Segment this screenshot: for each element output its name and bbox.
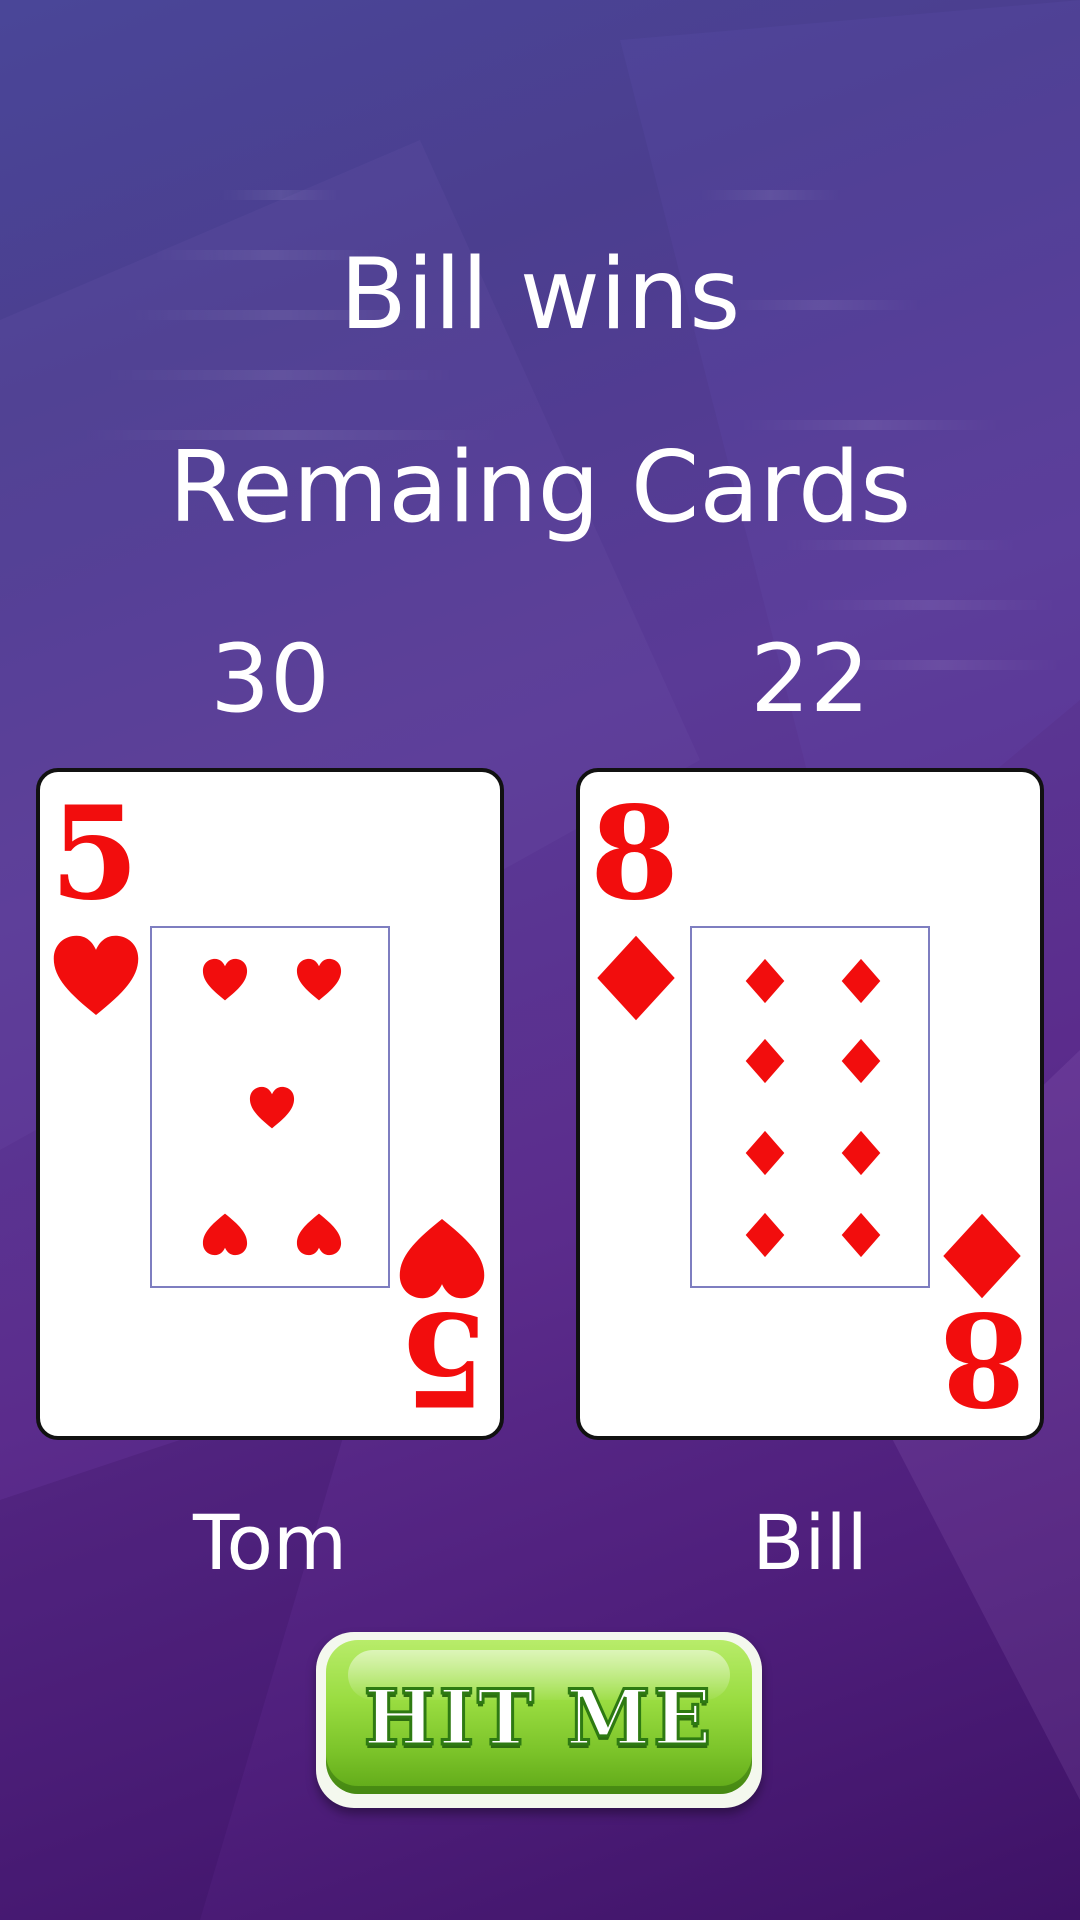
tom-remaining-count: 30	[210, 625, 330, 734]
heart-icon	[53, 935, 139, 1015]
result-text: Bill wins	[339, 238, 741, 352]
card-rank-bottom: 5	[398, 1283, 488, 1433]
heart-icon	[296, 1213, 342, 1256]
card-rank-bottom: 8	[938, 1283, 1028, 1433]
bill-remaining-count: 22	[750, 625, 870, 734]
card-rank-top: 5	[50, 779, 140, 929]
heart-icon	[202, 958, 248, 1001]
hit-me-label: HIT ME	[362, 1673, 715, 1762]
diamond-icon	[841, 958, 881, 1004]
tom-card: 5 5	[36, 768, 504, 1440]
player-name-bill: Bill	[752, 1498, 868, 1587]
heart-icon	[296, 958, 342, 1001]
hit-me-button-face[interactable]: HIT ME	[326, 1640, 752, 1794]
diamond-icon	[841, 1212, 881, 1258]
bill-card: 8 8	[576, 768, 1044, 1440]
card-rank-top: 8	[590, 779, 680, 929]
diamond-icon	[745, 1038, 785, 1084]
remaining-cards-label: Remaing Cards	[168, 431, 912, 545]
player-name-tom: Tom	[192, 1498, 348, 1587]
heart-icon	[202, 1213, 248, 1256]
diamond-icon	[841, 1038, 881, 1084]
diamond-icon	[841, 1130, 881, 1176]
diamond-icon	[745, 1130, 785, 1176]
hit-me-button[interactable]: HIT ME	[316, 1632, 762, 1808]
diamond-icon	[745, 1212, 785, 1258]
card-center-frame	[150, 926, 390, 1288]
diamond-icon	[597, 935, 675, 1021]
diamond-icon	[745, 958, 785, 1004]
heart-icon	[249, 1086, 295, 1129]
card-center-frame	[690, 926, 930, 1288]
